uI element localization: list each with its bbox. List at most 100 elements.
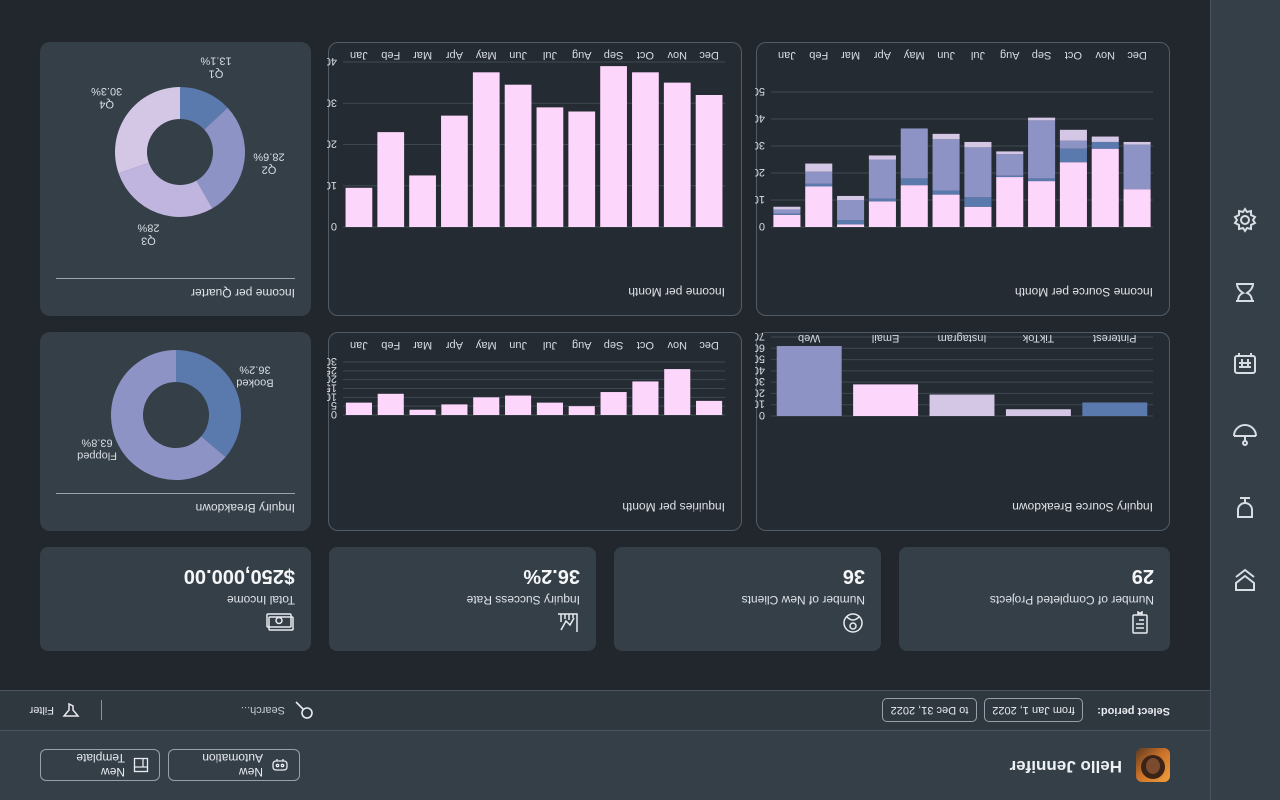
bar xyxy=(929,394,995,416)
bar-segment xyxy=(964,141,992,148)
x-tick-label: Aug xyxy=(1000,49,1020,61)
slice-value-label: 13.1% xyxy=(200,55,231,67)
inquiries-per-month-chart: 051015202530JanFebMarAprMayJunJulAugSepO… xyxy=(327,339,725,420)
y-tick-label: 20 xyxy=(755,386,765,398)
y-tick-label: 60 xyxy=(755,341,765,353)
new-automation-label: New Automation xyxy=(202,751,263,779)
y-tick-label: 70 xyxy=(755,331,765,342)
filter-icon xyxy=(62,702,80,717)
y-tick-label: 20000 xyxy=(327,138,337,150)
stat-value: 36.2% xyxy=(523,565,580,587)
dashboard-icon[interactable] xyxy=(1229,420,1261,452)
x-tick-label: May xyxy=(903,49,924,61)
bar-segment xyxy=(964,206,992,227)
bar xyxy=(1082,402,1148,416)
filter-bar: Select period: from Jan 1, 2022 to Dec 3… xyxy=(0,690,1210,730)
bar xyxy=(568,406,595,415)
x-tick-label: Mar xyxy=(413,49,432,61)
stat-value: 29 xyxy=(1131,565,1154,587)
x-tick-label: Pinterest xyxy=(1093,332,1136,344)
document-icon xyxy=(1124,610,1154,635)
x-tick-label: Apr xyxy=(874,49,891,61)
to-date-button[interactable]: to Dec 31, 2022 xyxy=(882,698,977,722)
bar xyxy=(472,72,500,227)
divider xyxy=(56,493,295,494)
inquiry-source-card: Inquiry Source Breakdown 010203040506070… xyxy=(755,331,1170,531)
x-tick-label: Jul xyxy=(543,49,557,61)
x-tick-label: Aug xyxy=(572,49,592,61)
bar-segment xyxy=(996,175,1024,178)
income-per-month-chart: 0 10000 20000 30000 40000 Jan Feb Mar Apr May Jun J… xyxy=(327,49,725,232)
inquiries-per-month-card: Inquiries per Month 051015202530JanFebMa… xyxy=(327,332,742,531)
bar xyxy=(473,397,500,415)
filter-button[interactable]: Filter xyxy=(30,699,80,721)
inquiry-source-chart: 010203040506070 Web Email Instagram TikTok Pi… xyxy=(755,331,1153,421)
bar xyxy=(345,402,372,415)
pie-slice xyxy=(115,87,180,174)
bar xyxy=(695,95,723,227)
y-tick-label: 40 xyxy=(755,364,765,376)
bar-segment xyxy=(1028,178,1056,182)
income-per-quarter-chart: Q113.1% Q228.6% Q328% Q430.3% xyxy=(91,55,285,247)
bar-segment xyxy=(1091,141,1119,149)
bar-segment xyxy=(996,151,1024,155)
x-tick-label: Oct xyxy=(637,49,654,61)
pie-slice xyxy=(176,350,241,458)
bar xyxy=(663,82,691,227)
avatar[interactable] xyxy=(1136,748,1170,782)
slice-label: Flopped xyxy=(77,450,117,462)
slice-value-label: 28% xyxy=(137,221,159,233)
select-period-label: Select period: xyxy=(1097,705,1170,717)
calendar-icon[interactable] xyxy=(1229,348,1261,380)
x-tick-label: Apr xyxy=(446,339,463,351)
bar-segment xyxy=(868,198,896,202)
y-tick-label: 30000 xyxy=(755,139,765,151)
settings-icon[interactable] xyxy=(1229,204,1261,236)
bar xyxy=(441,404,468,415)
bar-segment xyxy=(1123,189,1151,227)
bar-segment xyxy=(900,185,928,227)
bell-icon[interactable] xyxy=(1229,492,1261,524)
bar-segment xyxy=(773,209,801,214)
slice-label: Q2 xyxy=(262,164,277,176)
x-tick-label: Jan xyxy=(778,49,796,61)
bar xyxy=(632,381,659,415)
bar-segment xyxy=(773,214,801,227)
bar-segment xyxy=(932,133,960,140)
income-per-quarter-card: Income per Quarter Q1 13.1% Q2 28.6% Q3 28% Q4… xyxy=(40,42,311,316)
search-icon xyxy=(295,701,313,719)
bar-segment xyxy=(1123,141,1151,145)
new-automation-button[interactable]: New Automation xyxy=(168,749,300,781)
income-source-chart: 0 10000 20000 30000 40000 50000 Jan Feb Mar Apr Ma… xyxy=(755,49,1153,232)
automation-icon xyxy=(272,759,288,771)
bar-segment xyxy=(837,220,865,225)
pie-slice xyxy=(118,162,213,217)
bar-segment xyxy=(773,206,801,210)
y-tick-label: 50 xyxy=(755,353,765,365)
user-icon[interactable] xyxy=(1229,276,1261,308)
bar xyxy=(1005,409,1071,416)
income-per-month-card: Income per Month 010000200003000040000Ja… xyxy=(327,42,742,316)
x-tick-label: Jun xyxy=(509,339,527,351)
y-tick-label: 40000 xyxy=(327,55,337,67)
y-tick-label: 50000 xyxy=(755,85,765,97)
bookmark-icon[interactable] xyxy=(1229,564,1261,596)
y-tick-label: 10 xyxy=(755,398,765,410)
new-template-label: New Template xyxy=(76,751,125,779)
y-tick-label: 0 xyxy=(759,220,765,232)
bar xyxy=(632,72,659,227)
search-input[interactable]: Search... xyxy=(115,699,315,721)
sidebar xyxy=(1210,0,1280,800)
bar-segment xyxy=(996,177,1024,227)
stat-value: 36 xyxy=(842,565,865,587)
stat-value: $250,000.00 xyxy=(183,565,295,587)
bar-segment xyxy=(805,163,833,172)
slice-value-label: 36.2% xyxy=(239,363,270,375)
new-template-button[interactable]: New Template xyxy=(40,749,160,781)
from-date-button[interactable]: from Jan 1, 2022 xyxy=(984,698,1083,722)
chart-title: Income per Quarter xyxy=(190,286,295,300)
bar-segment xyxy=(932,190,960,195)
bar xyxy=(441,115,468,227)
x-tick-label: Feb xyxy=(381,49,400,61)
inquiry-breakdown-card: Inquiry Breakdown Booked 36.2% Flopped 63.8… xyxy=(40,332,311,531)
